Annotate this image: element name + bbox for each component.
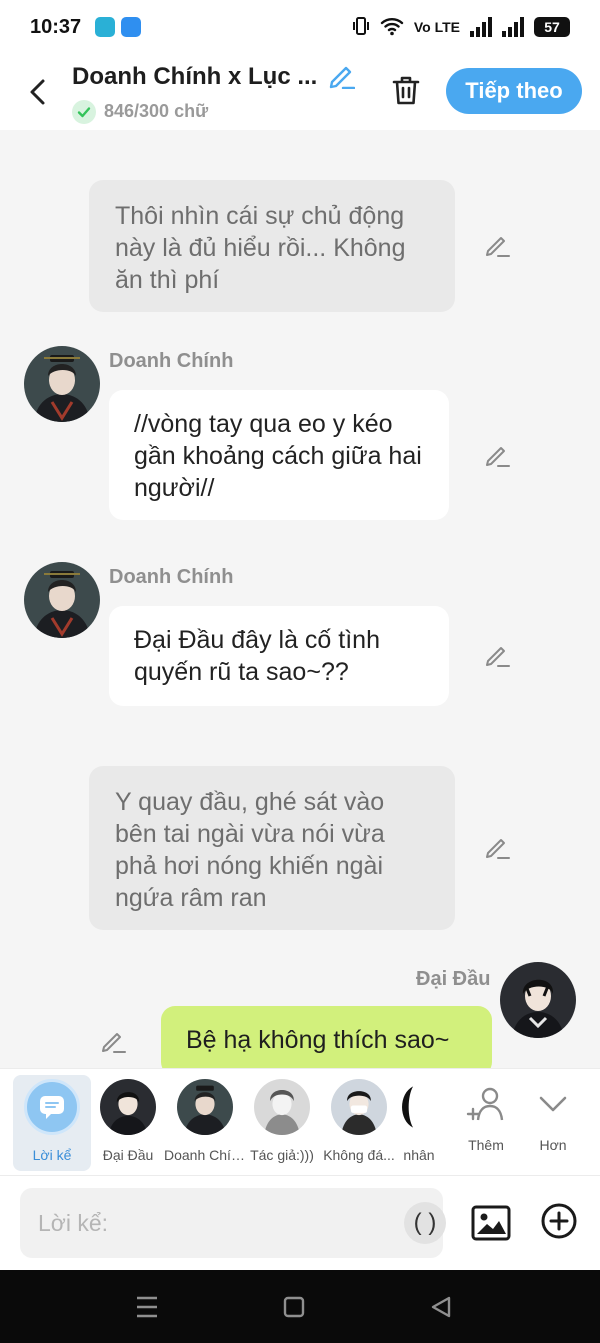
narration-bubble[interactable]: Thôi nhìn cái sự chủ động này là đủ hiểu… [89, 180, 455, 312]
recent-apps-button[interactable] [133, 1294, 161, 1320]
signal-icon [470, 17, 492, 37]
more-label: Hơn [539, 1137, 567, 1153]
title-block: Doanh Chính x Lục ... 846/300 chữ [72, 61, 372, 124]
add-more-button[interactable] [540, 1202, 578, 1240]
image-icon [471, 1205, 511, 1241]
edit-title-icon[interactable] [327, 61, 356, 94]
back-button[interactable] [18, 72, 58, 112]
message-input[interactable] [38, 1188, 388, 1258]
avatar [177, 1079, 233, 1135]
role-nhan[interactable]: nhân [392, 1069, 446, 1177]
add-label: Thêm [468, 1137, 504, 1153]
message-input-box: ( ) [20, 1188, 446, 1258]
role-narrator[interactable]: Lời kể [13, 1069, 91, 1177]
battery-indicator: 57 [534, 17, 570, 37]
edit-message-icon[interactable] [98, 1026, 128, 1056]
system-nav-bar [0, 1270, 600, 1343]
role-label: nhân [403, 1147, 435, 1163]
delete-button[interactable] [386, 70, 426, 110]
chat-area[interactable]: Thôi nhìn cái sự chủ động này là đủ hiểu… [0, 130, 600, 1068]
more-button[interactable]: Hơn [521, 1069, 585, 1177]
vibrate-icon [352, 16, 370, 39]
sender-name: Doanh Chính [109, 350, 234, 372]
role-doanh-chinh[interactable]: Doanh Chính [164, 1069, 246, 1177]
add-user-icon [466, 1087, 504, 1121]
role-label: Lời kể [32, 1147, 72, 1163]
status-app-icons [95, 17, 142, 37]
home-button[interactable] [281, 1294, 309, 1320]
character-bubble[interactable]: //vòng tay qua eo y kéo gần khoảng cách … [109, 390, 449, 520]
chevron-down-icon [539, 1096, 567, 1112]
role-dai-dau[interactable]: Đại Đầu [89, 1069, 167, 1177]
narration-bubble[interactable]: Y quay đầu, ghé sát vào bên tai ngài vừa… [89, 766, 455, 930]
role-khong-da[interactable]: Không đá... [320, 1069, 398, 1177]
character-bubble[interactable]: Đại Đầu đây là cố tình quyến rũ ta sao~?… [109, 606, 449, 706]
avatar [331, 1079, 387, 1135]
back-nav-button[interactable] [428, 1294, 456, 1320]
insert-image-button[interactable] [470, 1202, 512, 1244]
sender-name: Doanh Chính [109, 566, 234, 588]
narrator-icon [24, 1079, 80, 1135]
wifi-icon [380, 16, 404, 39]
home-square-icon [283, 1296, 305, 1318]
edit-message-icon[interactable] [482, 440, 512, 470]
input-area: ( ) [0, 1176, 600, 1270]
story-title[interactable]: Doanh Chính x Lục ... [72, 63, 317, 91]
network-label: Vo LTE [413, 19, 460, 35]
menu-icon [137, 1296, 157, 1318]
action-paren-button[interactable]: ( ) [404, 1202, 446, 1244]
next-button[interactable]: Tiếp theo [446, 68, 582, 114]
add-role-button[interactable]: Thêm [454, 1069, 518, 1177]
back-triangle-icon [431, 1296, 451, 1318]
edit-message-icon[interactable] [482, 230, 512, 260]
status-time: 10:37 [30, 15, 82, 38]
avatar[interactable] [24, 346, 100, 422]
status-indicators: Vo LTE 57 [352, 16, 570, 39]
role-selector: Lời kể Đại Đầu Doanh Chính Tác giả:))) K… [0, 1068, 600, 1176]
avatar[interactable] [24, 562, 100, 638]
avatar [254, 1079, 310, 1135]
role-label: Đại Đầu [102, 1147, 154, 1163]
role-label: Doanh Chính [164, 1147, 246, 1163]
user-bubble[interactable]: Bệ hạ không thích sao~ [161, 1006, 492, 1068]
check-icon [72, 99, 96, 124]
status-bar: 10:37 Vo LTE 57 [0, 0, 600, 54]
role-tac-gia[interactable]: Tác giả:))) [243, 1069, 321, 1177]
chevron-left-icon [30, 79, 45, 105]
role-label: Không đá... [323, 1147, 395, 1163]
header: Doanh Chính x Lục ... 846/300 chữ Tiếp t… [0, 54, 600, 130]
novel-app-notification-icon [121, 17, 142, 37]
app-notification-icon [95, 17, 116, 37]
avatar [392, 1079, 446, 1135]
avatar [100, 1079, 156, 1135]
signal-icon-2 [502, 17, 524, 37]
role-label: Tác giả:))) [250, 1147, 314, 1163]
plus-circle-icon [541, 1203, 577, 1239]
sender-name: Đại Đầu [416, 968, 491, 990]
word-count: 846/300 chữ [104, 101, 209, 121]
edit-message-icon[interactable] [482, 640, 512, 670]
trash-icon [392, 76, 420, 105]
user-avatar[interactable] [500, 962, 576, 1038]
edit-message-icon[interactable] [482, 832, 512, 862]
